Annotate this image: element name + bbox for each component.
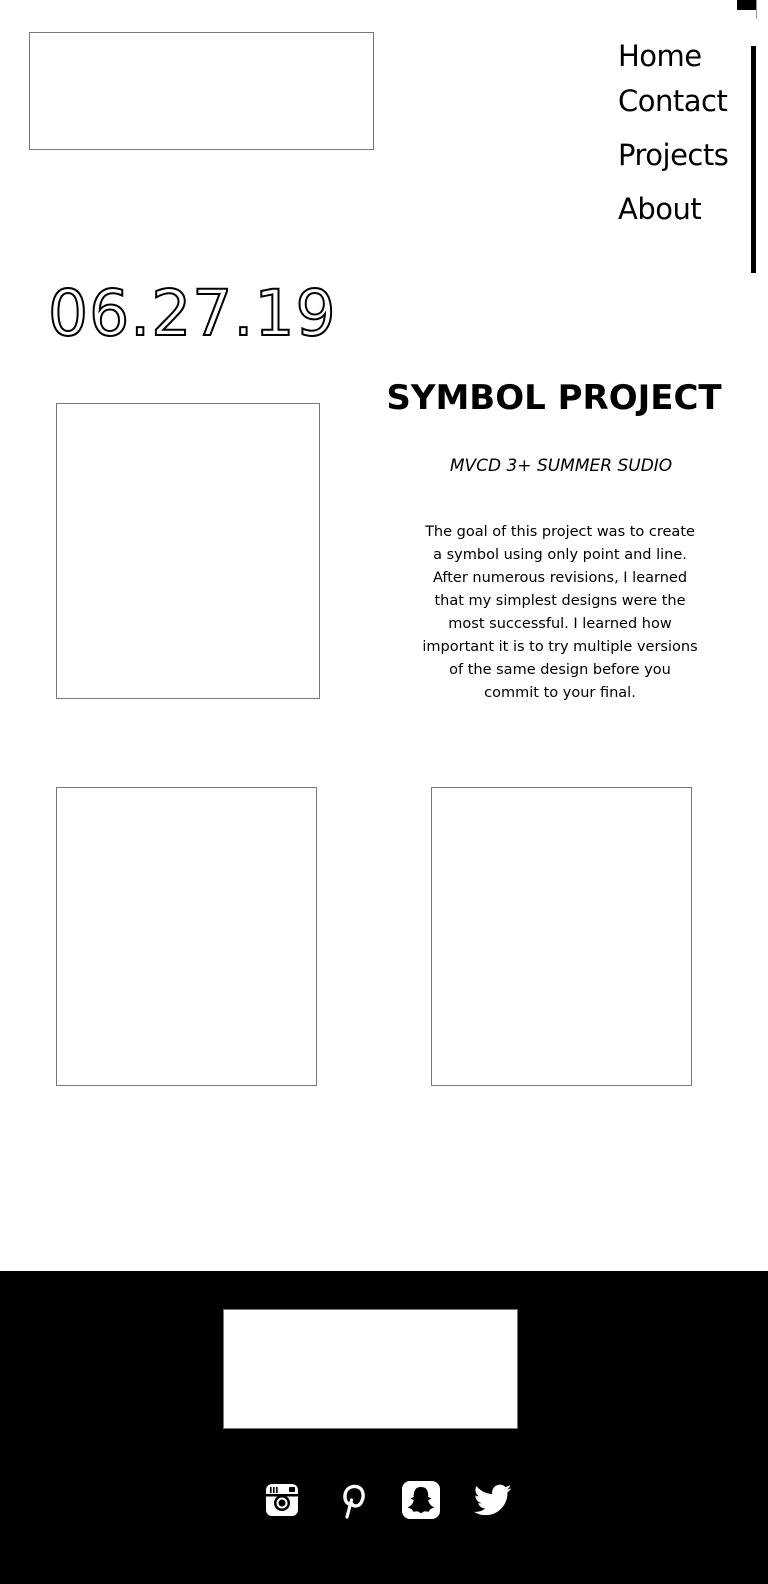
snapchat-icon[interactable] [401, 1480, 441, 1520]
project-subtitle: MVCD 3+ SUMMER SUDIO [449, 456, 673, 476]
corner-line [756, 0, 757, 19]
project-image-left [56, 787, 317, 1086]
footer-logo-placeholder [223, 1309, 518, 1429]
footer [0, 1271, 768, 1584]
project-title: SYMBOL PROJECT [386, 378, 722, 418]
pinterest-icon[interactable] [332, 1480, 372, 1520]
post-date: 06.27.19 [47, 277, 337, 351]
nav-item-home[interactable]: Home [618, 38, 702, 74]
instagram-icon[interactable] [262, 1480, 302, 1520]
nav-item-contact[interactable]: Contact [618, 83, 728, 119]
project-description: The goal of this project was to create a… [422, 524, 698, 701]
logo-placeholder[interactable] [29, 32, 374, 150]
twitter-icon[interactable] [472, 1480, 512, 1520]
corner-marker [737, 0, 756, 10]
project-image-main [56, 403, 320, 699]
nav-divider [751, 46, 756, 273]
nav-item-projects[interactable]: Projects [618, 137, 729, 173]
nav-item-about[interactable]: About [618, 191, 702, 227]
project-image-right [431, 787, 692, 1086]
